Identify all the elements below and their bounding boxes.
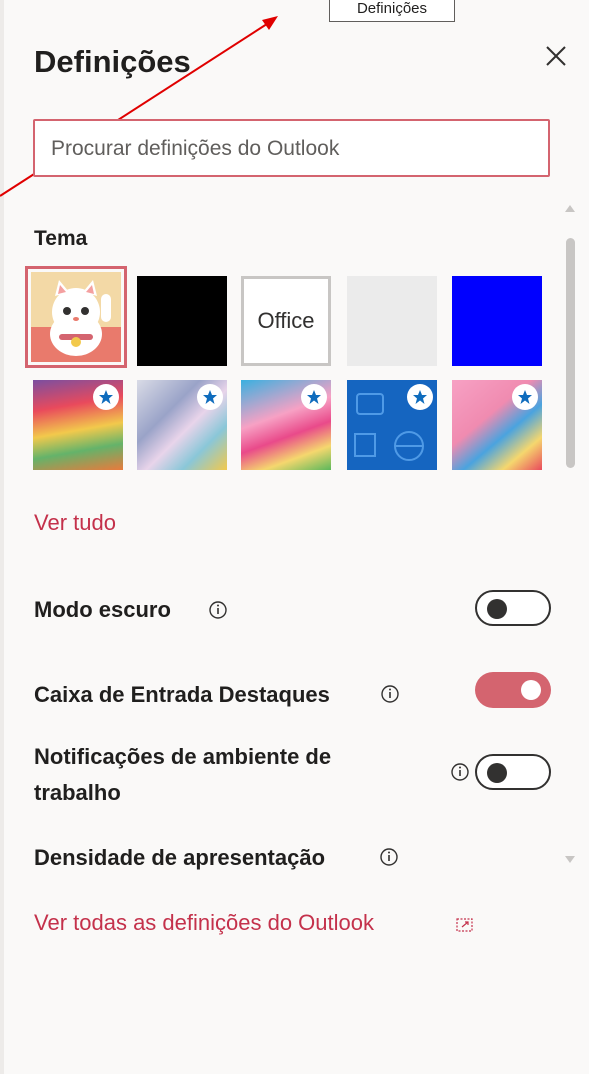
star-icon xyxy=(99,390,113,404)
focused-inbox-label: Caixa de Entrada Destaques xyxy=(34,682,330,707)
focused-inbox-toggle[interactable] xyxy=(475,672,551,708)
premium-badge xyxy=(407,384,433,410)
search-input[interactable] xyxy=(49,121,533,177)
scrollbar-thumb[interactable] xyxy=(566,238,575,468)
theme-tile-office[interactable]: Office xyxy=(241,276,331,366)
star-icon xyxy=(307,390,321,404)
premium-badge xyxy=(512,384,538,410)
star-icon xyxy=(413,390,427,404)
star-icon xyxy=(203,390,217,404)
toggle-knob xyxy=(487,763,507,783)
display-density-label: Densidade de apresentação xyxy=(34,845,326,870)
scroll-up-arrow[interactable] xyxy=(563,202,577,214)
desktop-notifications-label-line1: Notificações de ambiente de xyxy=(34,744,332,769)
theme-tile-rainbow[interactable] xyxy=(33,380,123,470)
theme-tile-unicorn[interactable] xyxy=(241,380,331,470)
desktop-notifications-toggle[interactable] xyxy=(475,754,551,790)
theme-tile-ribbons[interactable] xyxy=(137,380,227,470)
star-icon xyxy=(518,390,532,404)
theme-tile-blue[interactable] xyxy=(452,276,542,366)
tooltip: Definições xyxy=(329,0,455,22)
theme-section-label: Tema xyxy=(34,227,88,250)
lucky-cat-icon xyxy=(31,272,121,362)
theme-tile-board-game[interactable] xyxy=(452,380,542,470)
info-icon[interactable] xyxy=(380,684,400,704)
theme-tile-black[interactable] xyxy=(137,276,227,366)
dark-mode-label: Modo escuro xyxy=(34,597,171,622)
toggle-knob xyxy=(521,680,541,700)
info-icon[interactable] xyxy=(208,600,228,620)
premium-badge xyxy=(197,384,223,410)
premium-badge xyxy=(93,384,119,410)
dark-mode-toggle[interactable] xyxy=(475,590,551,626)
office-theme-label: Office xyxy=(257,308,315,333)
view-all-settings-link[interactable]: Ver todas as definições do Outlook xyxy=(34,910,374,936)
theme-tile-light-gray[interactable] xyxy=(347,276,437,366)
theme-tile-lucky-cat[interactable] xyxy=(25,266,127,368)
panel-left-edge xyxy=(0,0,4,1074)
search-box xyxy=(33,119,550,177)
toggle-knob xyxy=(487,599,507,619)
open-in-new-icon[interactable] xyxy=(456,917,474,933)
theme-tile-school[interactable] xyxy=(347,380,437,470)
info-icon[interactable] xyxy=(379,847,399,867)
info-icon[interactable] xyxy=(450,762,470,782)
see-all-themes-link[interactable]: Ver tudo xyxy=(34,510,116,536)
scroll-down-arrow[interactable] xyxy=(563,854,577,866)
panel-title: Definições xyxy=(34,44,191,79)
desktop-notifications-label-line2: trabalho xyxy=(34,780,121,805)
close-icon xyxy=(546,46,566,66)
close-button[interactable] xyxy=(538,38,574,74)
premium-badge xyxy=(301,384,327,410)
